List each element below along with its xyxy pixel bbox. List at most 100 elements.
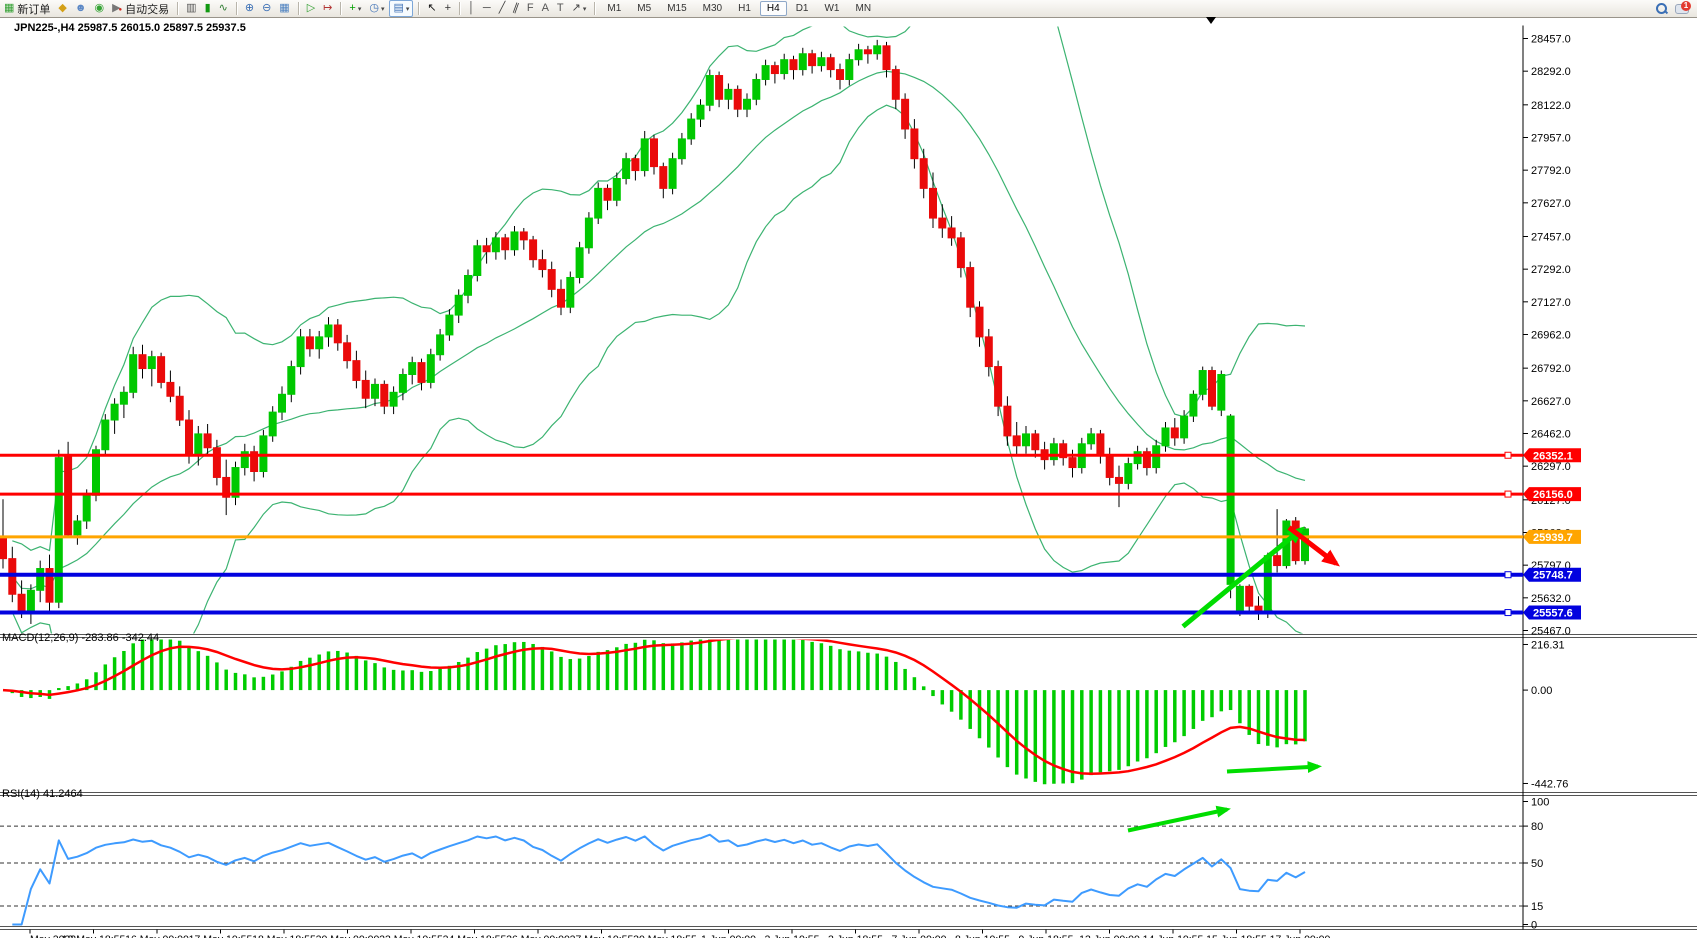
candle-body [74,521,81,535]
time-axis-tick-label[interactable]: 20 May 00:00 [316,934,380,938]
fibonacci-button[interactable]: F [524,1,537,16]
macd-indicator-label: MACD(12,26,9) -283.86 -342.44 [2,632,159,644]
candle-body [883,46,890,70]
trendline-button[interactable]: ╱ [496,1,509,16]
timeframe-m15-button[interactable]: M15 [660,1,693,16]
line-anchor-handle[interactable] [1505,572,1511,578]
time-axis-tick-label[interactable]: 7 Jun 00:00 [892,934,947,938]
chat-notifications-icon[interactable]: 1 [1675,3,1689,14]
time-axis-tick-label[interactable]: 17 Jun 00:00 [1270,934,1331,938]
price-axis-tick-label: 27457.0 [1531,231,1571,243]
time-axis-tick-label[interactable]: 15 Jun 18:55 [1206,934,1267,938]
time-axis-tick-label[interactable]: 14 Jun 10:55 [1143,934,1204,938]
time-axis-tick-label[interactable]: 12 May 18:55 [62,934,126,938]
time-axis-tick-label[interactable]: 18 May 18:55 [252,934,316,938]
text-button[interactable]: A [539,1,552,16]
timeframe-d1-button[interactable]: D1 [789,1,816,16]
vertical-line-button[interactable]: │ [465,1,478,16]
templates-button[interactable]: ▤▾ [389,0,413,17]
profile-button[interactable]: ☻ [72,1,90,16]
time-axis-tick-label[interactable]: 8 Jun 10:55 [955,934,1010,938]
candle-body [1032,434,1039,450]
timeframe-mn-button[interactable]: MN [848,1,878,16]
line-anchor-handle[interactable] [1505,491,1511,497]
line-anchor-handle[interactable] [1505,610,1511,616]
time-axis-tick-label[interactable]: 24 May 18:55 [443,934,507,938]
new-chart-button[interactable]: +▾ [346,1,364,16]
time-axis-tick-label[interactable]: 1 Jun 00:00 [701,934,756,938]
market-depth-button[interactable]: ◆ [55,1,69,16]
candle-body [1274,556,1281,566]
notification-badge: 1 [1681,1,1691,11]
line-anchor-handle[interactable] [1505,452,1511,458]
text-label-icon: T [557,3,564,14]
candle-body [985,337,992,367]
auto-scroll-button[interactable]: ▷ [304,1,318,16]
periods-button[interactable]: ◷▾ [366,1,387,16]
candle-body [111,404,118,420]
candle-body [381,384,388,406]
price-axis-tick-label: 27627.0 [1531,198,1571,210]
candle-body [706,76,713,106]
time-axis-tick-label[interactable]: 9 Jun 18:55 [1019,934,1074,938]
macd-flat-arrow[interactable] [1227,767,1318,772]
autotrading-button[interactable]: ▶●自动交易 [109,1,172,16]
candle-body [613,178,620,200]
crosshair-button[interactable]: + [442,1,454,16]
macd-pane[interactable] [3,634,1305,784]
tile-windows-button[interactable]: ▦ [276,1,292,16]
new-order-button[interactable]: ▦新订单 [1,1,53,16]
text-label-button[interactable]: T [554,1,567,16]
price-axis-tick-label: 27292.0 [1531,264,1571,276]
toolbar-separator [340,2,341,15]
candle-body [130,355,137,393]
candle-body [948,228,955,238]
rsi-up-arrow[interactable] [1128,810,1227,831]
time-axis-tick-label[interactable]: 13 Jun 00:00 [1079,934,1140,938]
candle-body [158,357,165,383]
candle-body [846,60,853,80]
price-axis-tick-label: 26462.0 [1531,428,1571,440]
time-axis-tick-label[interactable]: 16 May 00:00 [125,934,189,938]
time-axis-tick-label[interactable]: 3 Jun 18:55 [828,934,883,938]
dropdown-caret-icon: ▾ [358,5,362,13]
candle-body [1013,436,1020,446]
price-axis-tick-label: 26627.0 [1531,396,1571,408]
zoom-in-button[interactable]: ⊕ [242,1,257,16]
bar-chart-button[interactable]: ▥ [183,1,199,16]
timeframe-m30-button[interactable]: M30 [696,1,729,16]
zoom-out-button[interactable]: ⊖ [259,1,274,16]
time-axis-tick-label[interactable]: 17 May 10:55 [189,934,253,938]
channel-button[interactable]: ∥ [510,1,522,16]
chart-shift-marker-icon[interactable] [1206,17,1216,24]
timeframe-h4-button[interactable]: H4 [760,1,787,16]
search-icon[interactable] [1656,3,1667,14]
timeframe-m1-button[interactable]: M1 [600,1,628,16]
rsi-pane[interactable] [12,835,1305,925]
candle-body [669,159,676,189]
horizontal-line-icon: ─ [483,3,491,14]
line-chart-button[interactable]: ∿ [216,1,231,16]
timeframe-h1-button[interactable]: H1 [731,1,758,16]
candle-body [1181,416,1188,438]
time-axis-tick-label[interactable]: 26 May 00:00 [506,934,570,938]
time-axis-tick-label[interactable]: 2 Jun 10:55 [765,934,820,938]
horizontal-line-button[interactable]: ─ [480,1,494,16]
timeframe-w1-button[interactable]: W1 [817,1,846,16]
chart-canvas[interactable]: 28457.028292.028122.027957.027792.027627… [0,17,1697,938]
arrows-button[interactable]: ↗▾ [569,1,590,16]
candle-chart-button[interactable]: ▮ [202,1,214,16]
time-axis-tick-label[interactable]: 23 May 10:55 [379,934,443,938]
candle-body [1227,416,1234,584]
cursor-button[interactable]: ↖ [424,1,439,16]
chart-shift-button[interactable]: ↦ [320,1,335,16]
time-axis-tick-label[interactable]: 27 May 10:55 [570,934,634,938]
candle-body [623,159,630,179]
price-pane[interactable] [0,17,1309,669]
price-line-label-text: 25748.7 [1533,570,1573,582]
signals-button[interactable]: ◉ [91,1,107,16]
candle-body [744,99,751,109]
time-axis-tick-label[interactable]: 30 May 18:55 [633,934,697,938]
timeframe-m5-button[interactable]: M5 [630,1,658,16]
candle-body [967,268,974,308]
